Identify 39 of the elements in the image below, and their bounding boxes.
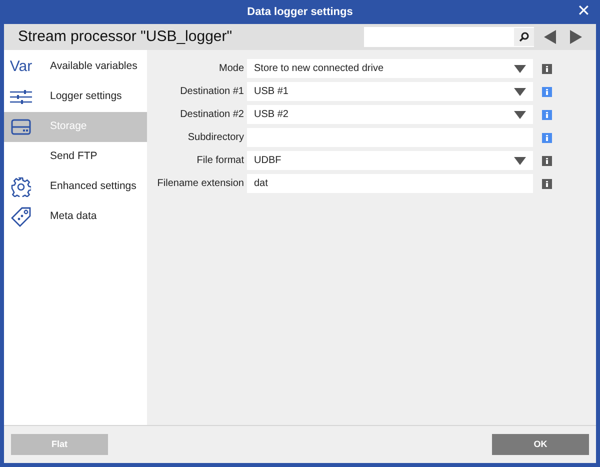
tag-icon (10, 206, 32, 228)
drive-icon (11, 119, 31, 135)
field-label: File format (196, 154, 245, 168)
info-icon[interactable] (542, 110, 552, 120)
search-field[interactable] (364, 27, 534, 47)
previous-icon[interactable] (544, 30, 556, 44)
field-label: Subdirectory (186, 131, 245, 145)
dropdown[interactable]: Store to new connected drive (247, 59, 533, 78)
dropdown[interactable]: UDBF (247, 151, 533, 170)
info-icon[interactable] (542, 156, 552, 166)
dropdown[interactable]: USB #2 (247, 105, 533, 124)
sliders-icon (10, 90, 32, 104)
caret-icon (514, 64, 526, 72)
gear-icon (11, 177, 31, 197)
search-icon[interactable] (514, 28, 534, 46)
page-title: Stream processor "USB_logger" (18, 26, 234, 47)
field-label: Mode (218, 62, 245, 76)
caret-icon (514, 156, 526, 164)
next-icon[interactable] (570, 30, 582, 44)
field-label: Filename extension (156, 177, 245, 191)
input-field[interactable]: dat (247, 174, 533, 193)
sidebar-item[interactable]: Send FTP (4, 142, 147, 172)
var-icon: Var (10, 56, 32, 78)
close-button[interactable]: ✕ (577, 2, 590, 22)
dropdown[interactable]: USB #1 (247, 82, 533, 101)
info-icon[interactable] (542, 86, 552, 96)
sidebar-item[interactable]: Enhanced settings (4, 172, 147, 202)
caret-icon (514, 88, 526, 96)
field-label: Destination #2 (179, 108, 245, 122)
info-icon[interactable] (542, 132, 552, 142)
sidebar-item[interactable]: Var Available variables (4, 52, 147, 82)
sidebar-item[interactable]: Logger settings (4, 82, 147, 112)
window-title: Data logger settings (247, 4, 353, 20)
footer-button[interactable]: OK (492, 434, 589, 455)
sidebar-item[interactable]: Meta data (4, 202, 147, 232)
info-icon[interactable] (542, 178, 552, 188)
info-icon[interactable] (542, 64, 552, 74)
field-label: Destination #1 (179, 85, 245, 99)
caret-icon (514, 110, 526, 118)
